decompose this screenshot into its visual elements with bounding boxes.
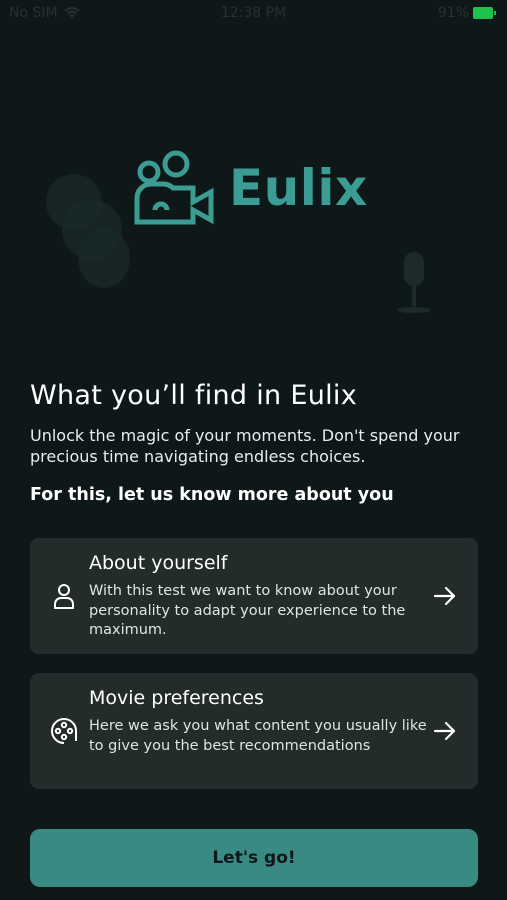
arrow-right-icon[interactable] [432, 583, 458, 609]
film-reel-icon [51, 718, 77, 744]
brand-name: Eulix [229, 159, 368, 217]
microphone-icon [397, 252, 431, 313]
page-subtitle: Unlock the magic of your moments. Don't … [30, 426, 460, 466]
status-time: 12:38 PM [220, 5, 287, 21]
card-description: With this test we want to know about you… [89, 583, 406, 638]
user-icon [54, 584, 74, 609]
status-right: 91% [437, 5, 496, 21]
about-yourself-card[interactable]: About yourself With this test we want to… [30, 538, 478, 654]
page-title: What you’ll find in Eulix [30, 380, 357, 411]
battery-percent: 91% [437, 5, 469, 21]
lets-go-button[interactable]: Let's go! [30, 829, 478, 887]
arrow-right-icon[interactable] [432, 718, 458, 744]
background-blob [78, 228, 130, 288]
section-prompt: For this, let us know more about you [30, 485, 394, 505]
people-camera-icon [134, 150, 214, 225]
status-bar: No SIM 12:38 PM 91% [0, 0, 507, 28]
card-title: Movie preferences [89, 687, 264, 709]
card-title: About yourself [89, 552, 228, 574]
battery-icon [473, 7, 496, 19]
card-description: Here we ask you what content you usually… [89, 718, 427, 754]
movie-preferences-card[interactable]: Movie preferences Here we ask you what c… [30, 673, 478, 789]
app-logo: Eulix [133, 150, 368, 226]
